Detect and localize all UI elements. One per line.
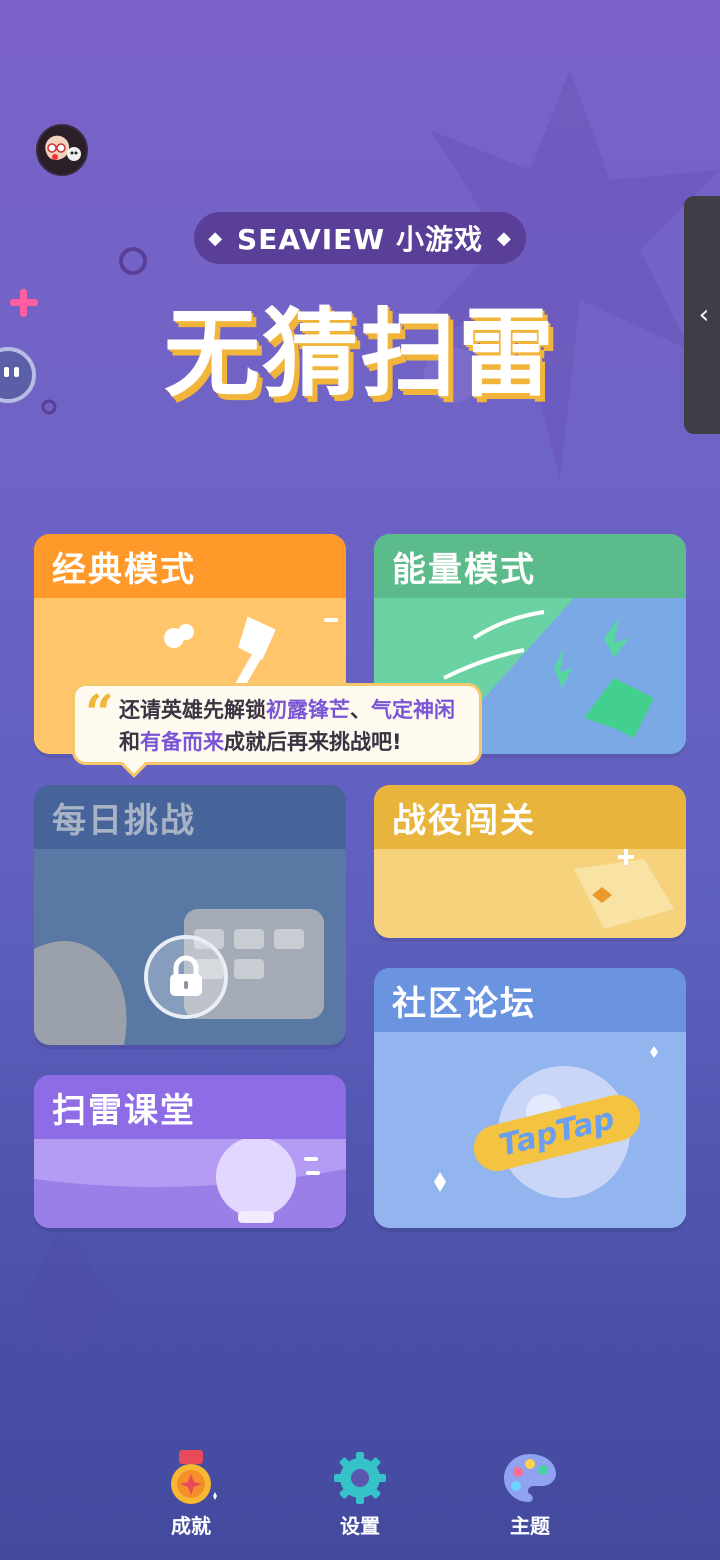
- tooltip-conjunction: 和: [119, 730, 140, 754]
- gear-icon: [330, 1448, 390, 1508]
- game-title: 无猜扫雷: [164, 298, 556, 410]
- achievement-name: 有备而来: [140, 730, 224, 754]
- nav-theme[interactable]: 主题: [475, 1440, 585, 1540]
- community-forum-card[interactable]: 社区论坛 TapTap: [374, 968, 686, 1228]
- minesweeper-class-title: 扫雷课堂: [34, 1075, 346, 1139]
- campaign-title: 战役闯关: [374, 785, 686, 849]
- tooltip-separator: 、: [350, 698, 371, 722]
- locked-mode-tooltip: “ 还请英雄先解锁初露锋芒、气定神闲和有备而来成就后再来挑战吧!: [72, 683, 482, 778]
- nav-settings-label: 设置: [340, 1514, 380, 1538]
- campaign-card[interactable]: 战役闯关: [374, 785, 686, 938]
- campaign-art: [374, 849, 686, 938]
- energy-mode-title: 能量模式: [374, 534, 686, 598]
- map-book-icon: [374, 849, 686, 938]
- nav-achievements[interactable]: 成就: [136, 1440, 246, 1540]
- diamond-icon: ◆: [208, 227, 224, 249]
- tooltip-text-2: 成就后再来挑战吧!: [224, 730, 402, 754]
- minesweeper-class-card[interactable]: 扫雷课堂: [34, 1075, 346, 1228]
- daily-challenge-art: [34, 849, 346, 1045]
- lightbulb-icon: [34, 1139, 346, 1228]
- tooltip-text-1: 还请英雄先解锁: [119, 698, 266, 722]
- brand-label: SEAVIEW 小游戏: [237, 223, 483, 256]
- brand-pill: ◆ SEAVIEW 小游戏 ◆: [194, 212, 526, 264]
- quote-icon: “: [85, 683, 114, 742]
- palette-icon: [500, 1448, 560, 1508]
- bottom-navigation: 成就 设置 主题: [0, 1440, 720, 1550]
- forum-art: TapTap: [374, 1032, 686, 1228]
- tooltip-tail: [121, 752, 147, 778]
- medal-icon: [161, 1448, 221, 1508]
- nav-theme-label: 主题: [510, 1514, 550, 1538]
- user-avatar[interactable]: [36, 124, 88, 176]
- community-forum-title: 社区论坛: [374, 968, 686, 1032]
- classic-mode-title: 经典模式: [34, 534, 346, 598]
- nav-achievements-label: 成就: [171, 1514, 211, 1538]
- daily-challenge-card[interactable]: 每日挑战: [34, 785, 346, 1045]
- nav-settings[interactable]: 设置: [305, 1440, 415, 1540]
- lock-icon: [144, 935, 228, 1019]
- achievement-name: 气定神闲: [371, 698, 455, 722]
- achievement-name: 初露锋芒: [266, 698, 350, 722]
- classroom-art: [34, 1139, 346, 1228]
- daily-challenge-title: 每日挑战: [34, 785, 346, 849]
- diamond-icon: ◆: [496, 227, 512, 249]
